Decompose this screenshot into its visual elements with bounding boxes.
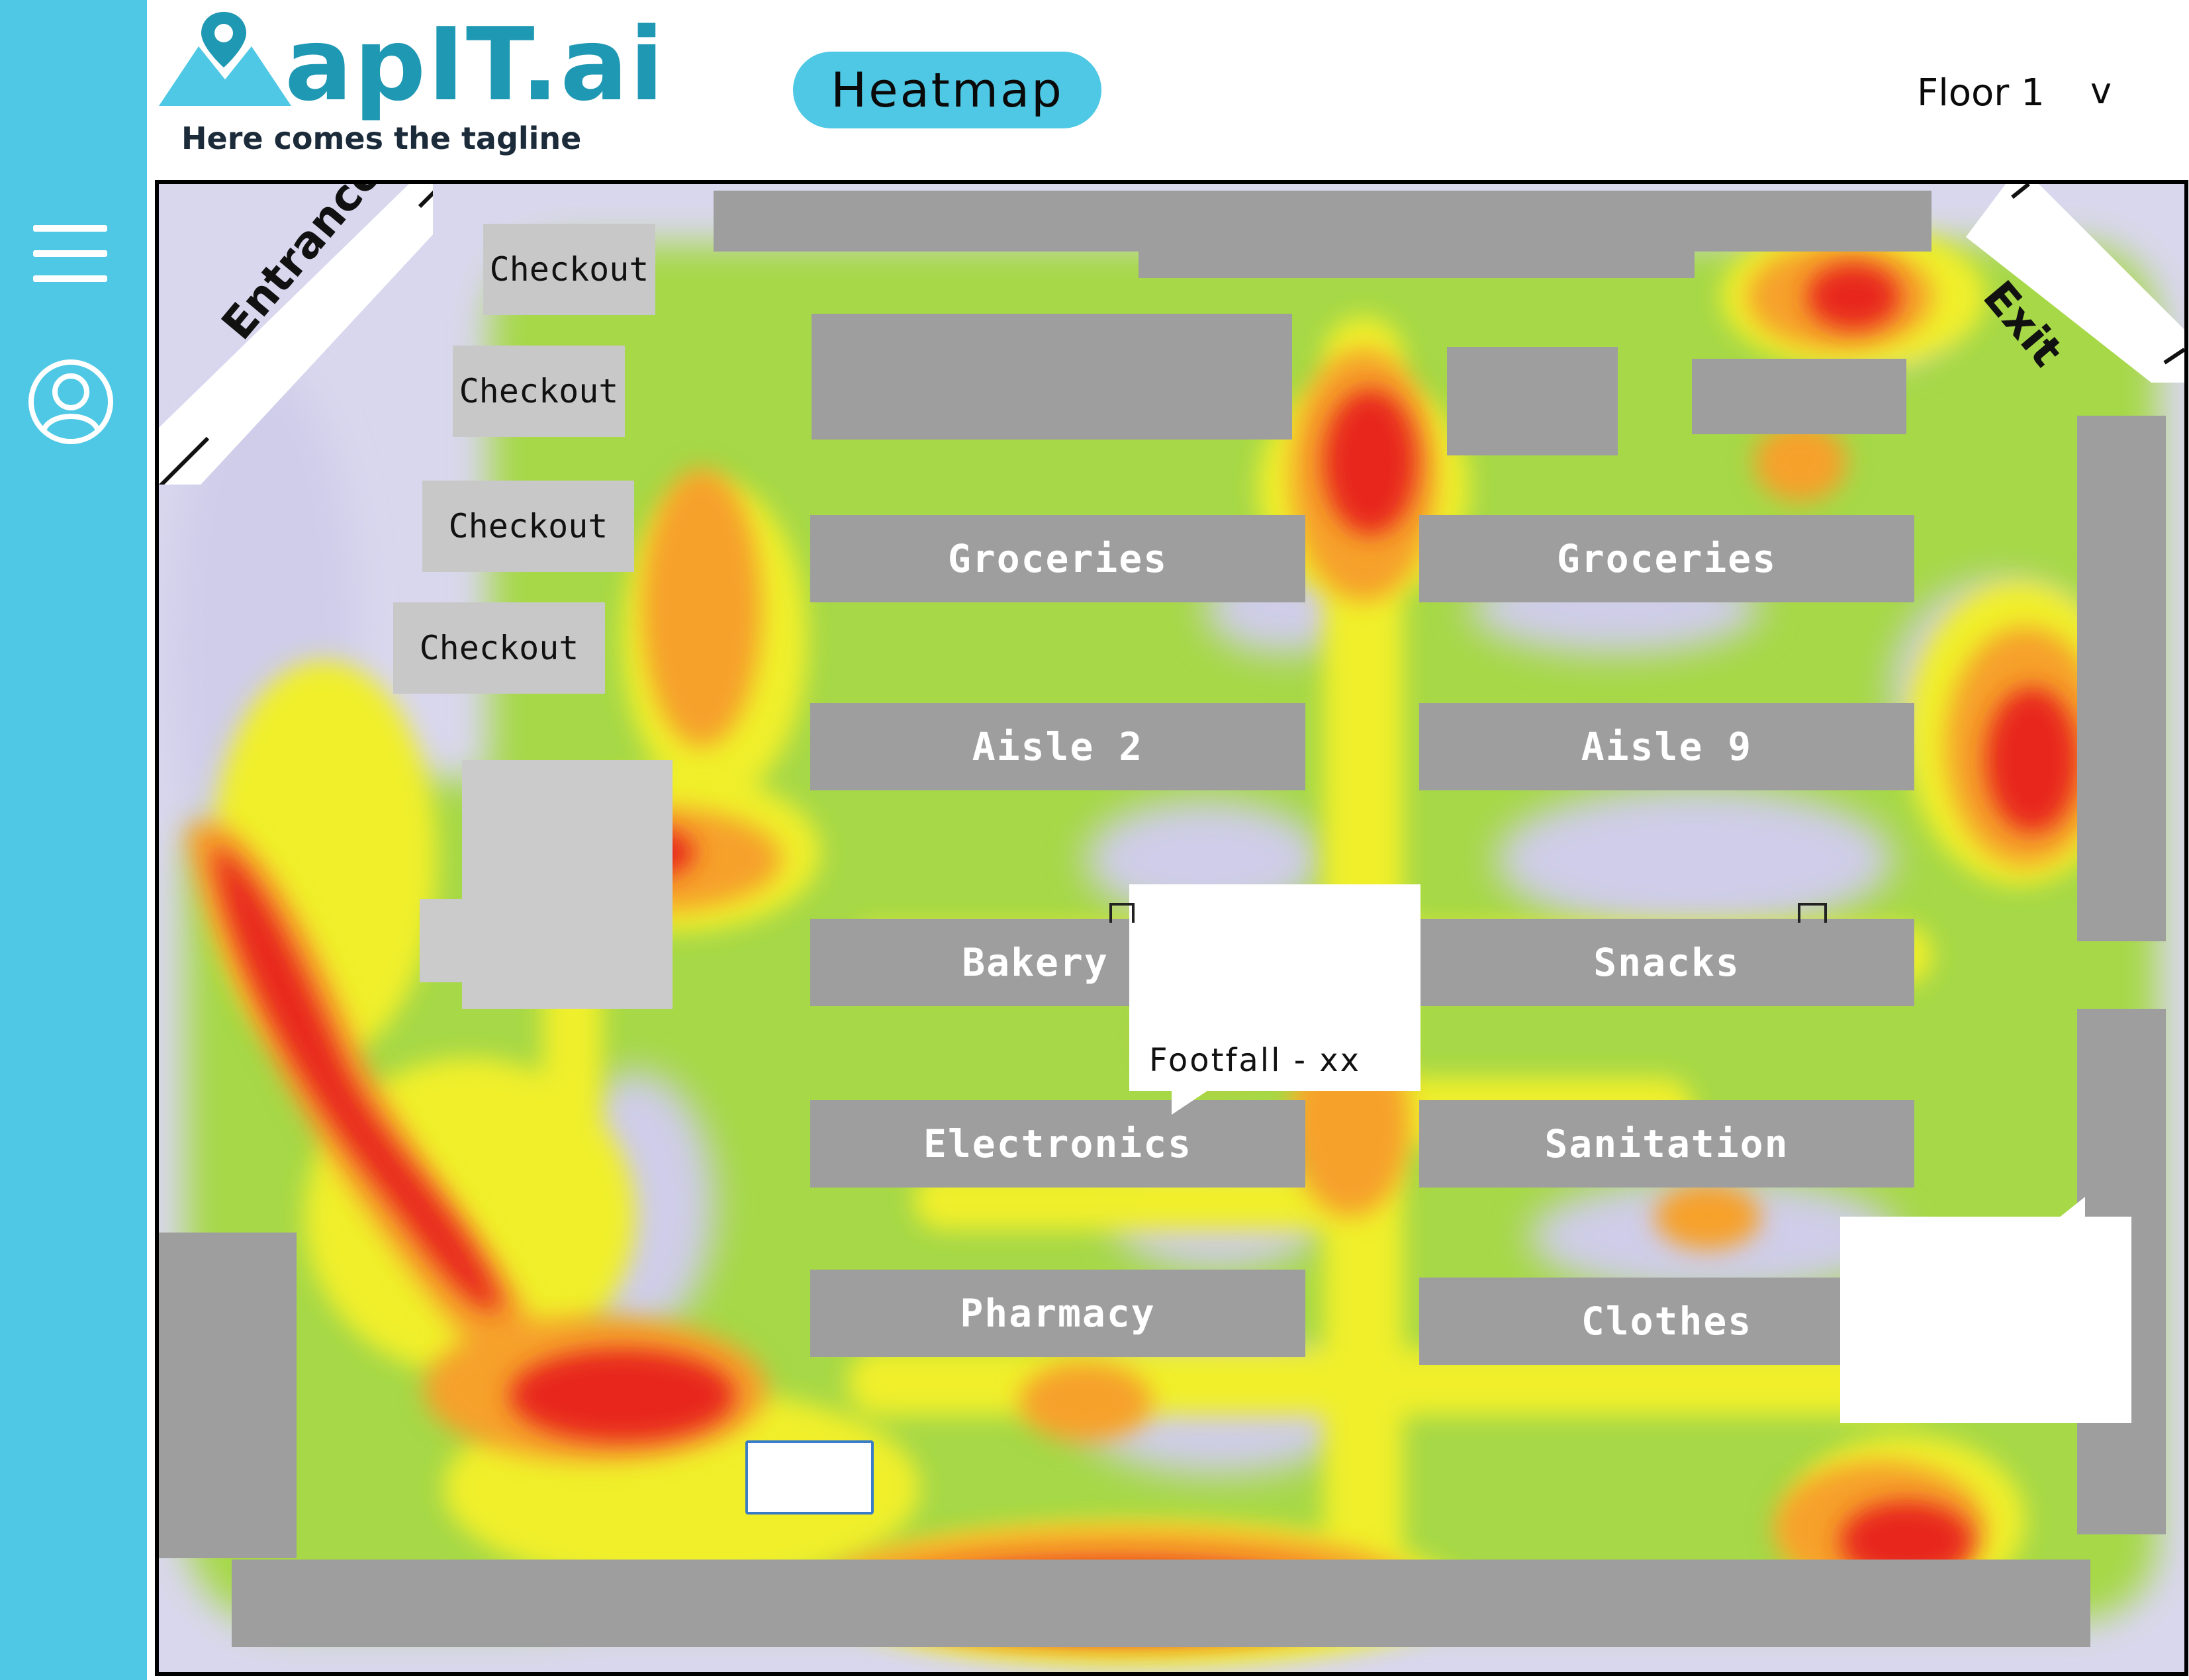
empty-info-card-pointer xyxy=(2052,1197,2085,1223)
right-wall-shelf-upper xyxy=(2077,416,2166,941)
top-wall-shelf-lower xyxy=(1139,237,1695,278)
checkout-counter-3[interactable]: Checkout xyxy=(422,481,634,572)
bottom-wall-shelf xyxy=(232,1560,2090,1647)
aisle-electronics[interactable]: Electronics xyxy=(810,1100,1305,1188)
storage-room xyxy=(462,760,673,1009)
map-pin-logo-icon xyxy=(159,12,291,106)
aisle-pharmacy[interactable]: Pharmacy xyxy=(810,1270,1305,1357)
footfall-tooltip-pointer xyxy=(1172,1088,1211,1115)
display-block-top-right[interactable] xyxy=(1692,359,1906,434)
footfall-tooltip: Footfall - xx xyxy=(1129,884,1421,1091)
aisle-snacks[interactable]: Snacks xyxy=(1419,919,1914,1006)
aisle-9[interactable]: Aisle 9 xyxy=(1419,703,1914,790)
brand-name: apIT.ai xyxy=(285,6,665,123)
storage-room-annex xyxy=(420,899,479,982)
floor-select[interactable]: Floor 1 v xyxy=(1917,66,2129,119)
door-mark-left xyxy=(1109,903,1135,923)
aisle-2[interactable]: Aisle 2 xyxy=(810,703,1305,790)
display-block-top-left[interactable] xyxy=(812,314,1292,440)
display-block-top-mid[interactable] xyxy=(1447,347,1618,455)
footfall-tooltip-text: Footfall - xx xyxy=(1149,1042,1362,1079)
aisle-sanitation[interactable]: Sanitation xyxy=(1419,1100,1914,1188)
brand-logo[interactable]: apIT.ai Here comes the tagline xyxy=(159,7,664,159)
sidebar xyxy=(0,0,147,1680)
chevron-down-icon: v xyxy=(2090,70,2112,112)
floor-select-label: Floor 1 xyxy=(1917,71,2045,115)
checkout-counter-4[interactable]: Checkout xyxy=(393,602,605,694)
door-mark-right xyxy=(1798,903,1827,923)
heatmap-mode-button[interactable]: Heatmap xyxy=(793,52,1101,128)
aisle-groceries-left[interactable]: Groceries xyxy=(810,515,1305,602)
user-profile-icon[interactable] xyxy=(28,359,114,445)
store-floor-map[interactable]: Entrance Exit Checkout Checkout Checkout… xyxy=(155,180,2188,1676)
brand-tagline: Here comes the tagline xyxy=(181,120,582,156)
empty-info-card xyxy=(1840,1217,2131,1423)
checkout-counter-2[interactable]: Checkout xyxy=(453,346,625,437)
floor-marker[interactable] xyxy=(745,1440,874,1515)
aisle-groceries-right[interactable]: Groceries xyxy=(1419,515,1914,602)
left-wall-shelf xyxy=(159,1233,297,1558)
checkout-counter-1[interactable]: Checkout xyxy=(483,224,655,315)
hamburger-menu-icon[interactable] xyxy=(33,225,107,285)
